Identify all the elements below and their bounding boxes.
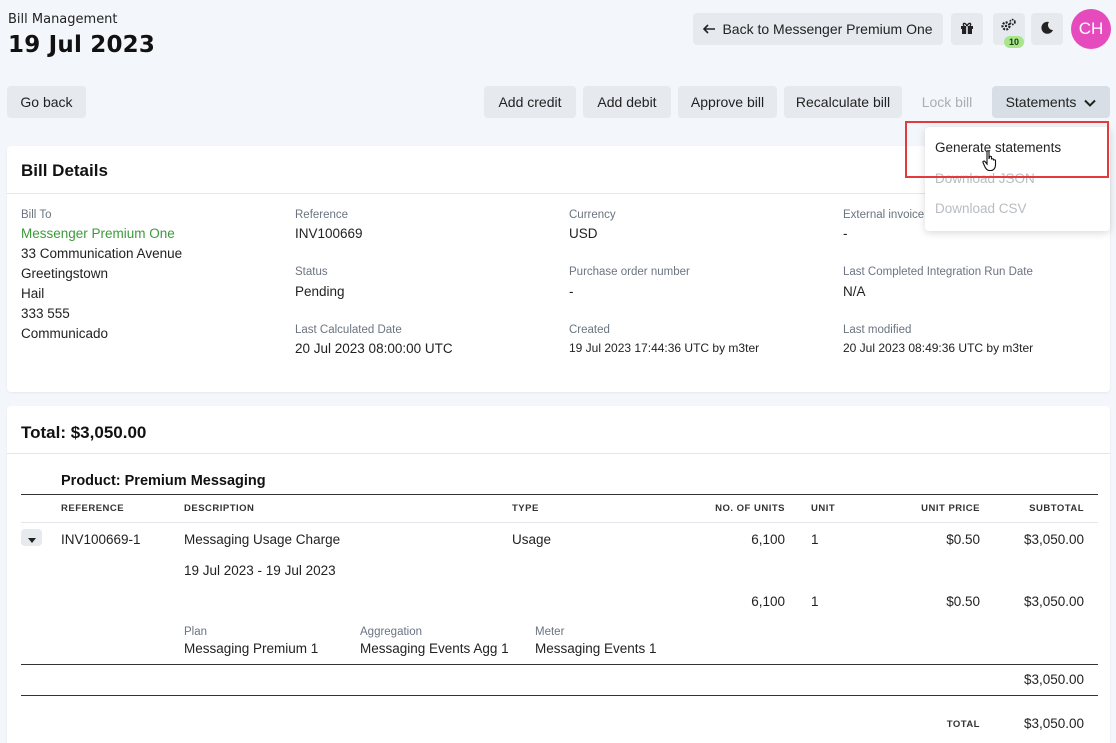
- product-subtotal: $3,050.00: [1023, 672, 1084, 687]
- last-modified-value: 20 Jul 2023 08:49:36 UTC by m3ter: [843, 341, 1034, 355]
- currency-label: Currency: [569, 209, 616, 221]
- bill-to-label: Bill To: [21, 209, 52, 221]
- address-line: Communicado: [21, 326, 109, 341]
- po-label: Purchase order number: [569, 266, 690, 278]
- address-line: Hail: [21, 286, 45, 301]
- lock-bill-button[interactable]: Lock bill: [909, 86, 985, 118]
- product-title: Product: Premium Messaging: [61, 473, 266, 489]
- meter-label: Meter: [535, 626, 565, 638]
- dark-mode-toggle[interactable]: [1031, 13, 1063, 45]
- add-credit-button[interactable]: Add credit: [484, 86, 576, 118]
- address-line: Greetingstown: [21, 266, 109, 281]
- subrow-unit: 1: [811, 594, 819, 609]
- arrow-left-icon: [703, 21, 716, 37]
- menu-item-download-csv[interactable]: Download CSV: [935, 201, 1027, 216]
- col-header-unit-price: UNIT PRICE: [921, 503, 980, 514]
- plan-link[interactable]: Messaging Premium 1: [184, 641, 318, 656]
- divider: [7, 453, 1110, 454]
- statements-button[interactable]: Statements: [992, 86, 1110, 118]
- subrow-units: 6,100: [751, 594, 785, 609]
- statements-label: Statements: [1005, 94, 1077, 110]
- last-calculated-label: Last Calculated Date: [295, 324, 402, 336]
- back-to-account-button[interactable]: Back to Messenger Premium One: [693, 13, 943, 45]
- last-calculated-value: 20 Jul 2023 08:00:00 UTC: [295, 341, 453, 356]
- status-label: Status: [295, 266, 328, 278]
- bill-to-link[interactable]: Messenger Premium One: [21, 226, 175, 241]
- breadcrumb: Bill Management: [8, 12, 118, 27]
- aggregation-label: Aggregation: [360, 626, 423, 638]
- total-title: Total: $3,050.00: [21, 423, 147, 442]
- line-description-link[interactable]: Messaging Usage Charge: [184, 532, 340, 547]
- page-title: 19 Jul 2023: [8, 32, 156, 58]
- total-rule: [21, 695, 1098, 696]
- bill-details-title: Bill Details: [21, 161, 108, 180]
- caret-down-icon: [27, 530, 36, 546]
- currency-value: USD: [569, 226, 598, 241]
- col-header-subtotal: SUBTOTAL: [1029, 503, 1084, 514]
- subrow-unit-price: $0.50: [946, 594, 980, 609]
- po-value: -: [569, 284, 574, 299]
- external-invoice-label: External invoice: [843, 209, 925, 221]
- col-header-description: DESCRIPTION: [184, 503, 255, 514]
- gears-icon: [1001, 18, 1017, 35]
- col-header-type: TYPE: [512, 503, 539, 514]
- hand-cursor-icon: [982, 150, 1000, 176]
- address-line: 333 555: [21, 306, 70, 321]
- product-rule: [21, 664, 1098, 665]
- approve-bill-button[interactable]: Approve bill: [678, 86, 777, 118]
- recalculate-bill-button[interactable]: Recalculate bill: [784, 86, 902, 118]
- total-label: TOTAL: [946, 719, 980, 730]
- last-integration-value: N/A: [843, 284, 866, 299]
- grand-total: $3,050.00: [1023, 716, 1084, 731]
- notification-badge: 10: [1004, 36, 1025, 48]
- gift-button[interactable]: [951, 13, 983, 45]
- col-header-units: NO. OF UNITS: [715, 503, 785, 514]
- avatar[interactable]: CH: [1071, 9, 1111, 49]
- line-type: Usage: [512, 532, 552, 547]
- line-reference: INV100669-1: [61, 532, 141, 547]
- moon-icon: [1040, 21, 1054, 38]
- last-integration-label: Last Completed Integration Run Date: [843, 266, 1033, 278]
- reference-value: INV100669: [295, 226, 363, 241]
- header-rule: [21, 522, 1098, 523]
- chevron-down-icon: [1084, 94, 1097, 110]
- table-top-rule: [21, 494, 1098, 495]
- line-unit-price: $0.50: [946, 532, 980, 547]
- aggregation-link[interactable]: Messaging Events Agg 1: [360, 641, 509, 656]
- reference-label: Reference: [295, 209, 349, 221]
- created-label: Created: [569, 324, 610, 336]
- address-line: 33 Communication Avenue: [21, 246, 183, 261]
- plan-label: Plan: [184, 626, 208, 638]
- col-header-reference: REFERENCE: [61, 503, 125, 514]
- status-value: Pending: [295, 284, 345, 299]
- line-subtotal: $3,050.00: [1023, 532, 1084, 547]
- last-modified-label: Last modified: [843, 324, 912, 336]
- created-value: 19 Jul 2023 17:44:36 UTC by m3ter: [569, 341, 760, 355]
- expand-row-button[interactable]: [21, 529, 42, 546]
- highlight-box: [905, 121, 1109, 178]
- subrow-subtotal: $3,050.00: [1023, 594, 1084, 609]
- bill-lines-card: Total: $3,050.00 Product: Premium Messag…: [7, 406, 1110, 743]
- add-debit-button[interactable]: Add debit: [583, 86, 671, 118]
- line-date-range: 19 Jul 2023 - 19 Jul 2023: [184, 563, 336, 578]
- line-unit: 1: [811, 532, 819, 547]
- external-invoice-value: -: [843, 226, 848, 241]
- line-units: 6,100: [751, 532, 785, 547]
- go-back-button[interactable]: Go back: [7, 86, 86, 118]
- col-header-unit: UNIT: [811, 503, 836, 514]
- gift-icon: [960, 21, 974, 38]
- meter-link[interactable]: Messaging Events 1: [535, 641, 657, 656]
- back-label: Back to Messenger Premium One: [722, 21, 933, 37]
